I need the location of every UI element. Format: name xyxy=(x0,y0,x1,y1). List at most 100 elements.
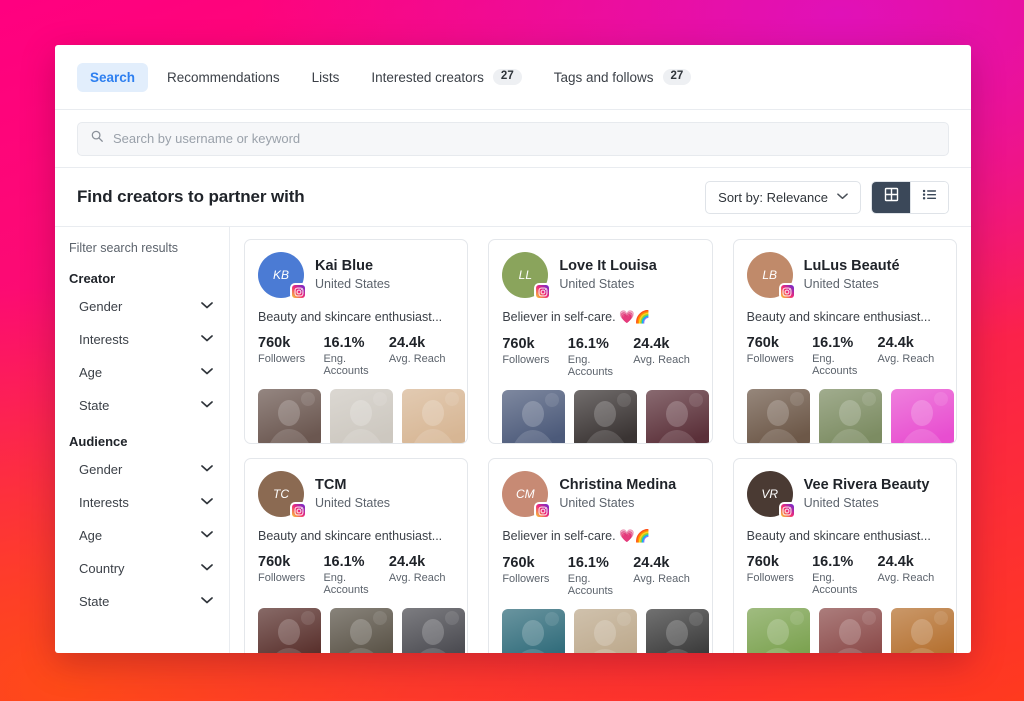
sort-dropdown[interactable]: Sort by: Relevance xyxy=(705,180,861,214)
creator-thumbnails xyxy=(258,389,465,443)
filter-label: Interests xyxy=(79,332,129,347)
creator-thumbnail[interactable] xyxy=(746,608,810,653)
avatar[interactable]: KB xyxy=(258,252,307,300)
creator-thumbnail[interactable] xyxy=(258,389,321,443)
filter-creator-interests[interactable]: Interests xyxy=(69,323,229,356)
creator-thumbnail[interactable] xyxy=(818,608,882,653)
creator-thumbnail[interactable] xyxy=(890,608,954,653)
creator-thumbnail[interactable] xyxy=(402,389,465,443)
avatar[interactable]: TC xyxy=(258,471,307,519)
stat-value: 16.1% xyxy=(567,555,609,571)
creator-thumbnail[interactable] xyxy=(646,609,710,653)
stat: 16.1% Eng. Accounts xyxy=(323,554,388,596)
creator-card[interactable]: KB Kai Blue United States Beauty and skinca… xyxy=(244,239,469,444)
stat: 16.1% Eng. Accounts xyxy=(812,554,877,596)
app-window: Search Recommendations Lists Interested cre… xyxy=(55,45,971,653)
stat-label: Avg. Reach xyxy=(877,353,935,365)
creator-thumbnail[interactable] xyxy=(258,608,321,653)
search-icon xyxy=(90,129,104,148)
content-area: Filter search results Creator Gender Inter… xyxy=(55,227,971,653)
creator-name: TCM xyxy=(315,476,347,493)
creator-thumbnail[interactable] xyxy=(646,390,710,443)
chevron-down-icon xyxy=(201,596,213,607)
tab-tags-and-follows[interactable]: Tags and follows 27 xyxy=(541,62,705,93)
creator-thumbnail[interactable] xyxy=(574,390,638,443)
creator-name: Christina Medina xyxy=(559,476,677,493)
stat-label: Avg. Reach xyxy=(633,354,690,366)
creator-name: Love It Louisa xyxy=(559,257,657,274)
avatar[interactable]: LB xyxy=(746,252,796,300)
filter-label: State xyxy=(79,398,110,413)
creator-identity: Vee Rivera Beauty United States xyxy=(804,476,930,513)
filter-audience-country[interactable]: Country xyxy=(69,552,229,585)
creator-thumbnail[interactable] xyxy=(330,389,393,443)
creator-thumbnail[interactable] xyxy=(502,609,566,653)
creator-card[interactable]: TC TCM United States Beauty and skincare en… xyxy=(244,458,469,653)
stat-value: 760k xyxy=(258,335,291,351)
filter-audience-gender[interactable]: Gender xyxy=(69,453,229,486)
stat-value: 24.4k xyxy=(388,335,426,351)
creator-thumbnail[interactable] xyxy=(746,389,810,443)
stat: 24.4k Avg. Reach xyxy=(633,555,698,597)
avatar[interactable]: VR xyxy=(746,471,796,519)
search-row xyxy=(55,110,971,168)
creator-thumbnails xyxy=(746,608,954,653)
creator-thumbnail[interactable] xyxy=(818,389,882,443)
filter-label: Age xyxy=(79,528,103,543)
avatar-initials: TC xyxy=(273,487,289,501)
tab-interested-creators[interactable]: Interested creators 27 xyxy=(358,62,534,93)
filter-audience-interests[interactable]: Interests xyxy=(69,486,229,519)
tab-recommendations[interactable]: Recommendations xyxy=(154,63,293,92)
creator-card[interactable]: VR Vee Rivera Beauty United States Beauty a… xyxy=(732,458,957,653)
creator-stats: 760k Followers 16.1% Eng. Accounts 24.4k Avg.… xyxy=(502,555,698,597)
search-box[interactable] xyxy=(77,121,949,156)
chevron-down-icon xyxy=(837,192,848,203)
filter-audience-age[interactable]: Age xyxy=(69,519,229,552)
stat-label: Followers xyxy=(746,572,794,584)
stat: 16.1% Eng. Accounts xyxy=(568,555,633,597)
instagram-icon xyxy=(290,283,307,300)
view-toggle xyxy=(871,180,949,214)
filter-audience-state[interactable]: State xyxy=(69,585,229,618)
tab-bar: Search Recommendations Lists Interested cre… xyxy=(55,45,971,110)
filter-creator-gender[interactable]: Gender xyxy=(69,290,229,323)
tab-badge: 27 xyxy=(492,68,522,86)
creator-thumbnail[interactable] xyxy=(574,609,638,653)
tab-search[interactable]: Search xyxy=(77,62,149,92)
instagram-icon xyxy=(534,283,552,300)
creator-name: Kai Blue xyxy=(315,257,374,274)
tab-label: Interested creators xyxy=(371,69,484,85)
creator-location: United States xyxy=(559,277,635,292)
avatar[interactable]: CM xyxy=(502,471,552,519)
filter-creator-age[interactable]: Age xyxy=(69,356,229,389)
creator-thumbnail[interactable] xyxy=(330,608,393,653)
stat-label: Eng. Accounts xyxy=(567,354,614,378)
stat-label: Followers xyxy=(258,572,306,584)
search-input[interactable] xyxy=(113,131,936,146)
creator-thumbnail[interactable] xyxy=(890,389,954,443)
stat-value: 760k xyxy=(746,335,779,351)
creator-thumbnails xyxy=(502,390,710,443)
tab-lists[interactable]: Lists xyxy=(299,63,353,92)
creator-header: TC TCM United States xyxy=(258,471,454,519)
creator-location: United States xyxy=(803,277,879,292)
stat: 760k Followers xyxy=(258,335,323,377)
instagram-icon xyxy=(534,502,552,519)
filter-label: Gender xyxy=(79,299,123,314)
chevron-down-icon xyxy=(201,367,213,378)
creator-bio: Beauty and skincare enthusiast... xyxy=(746,529,931,543)
creator-card[interactable]: LL Love It Louisa United States Believer in… xyxy=(488,239,713,444)
stat-label: Eng. Accounts xyxy=(323,572,369,596)
creator-thumbnail[interactable] xyxy=(402,608,465,653)
stat: 24.4k Avg. Reach xyxy=(633,336,698,378)
avatar[interactable]: LL xyxy=(502,252,552,300)
grid-view-button[interactable] xyxy=(872,181,910,213)
tab-label: Lists xyxy=(311,69,340,85)
stat-value: 16.1% xyxy=(567,336,609,352)
creator-thumbnail[interactable] xyxy=(502,390,566,443)
creator-card[interactable]: LB LuLus Beauté United States Beauty and sk… xyxy=(732,239,957,444)
creator-identity: Kai Blue United States xyxy=(315,257,390,294)
list-view-button[interactable] xyxy=(910,181,948,213)
filter-creator-state[interactable]: State xyxy=(69,389,229,422)
creator-card[interactable]: CM Christina Medina United States Believer … xyxy=(488,458,713,653)
